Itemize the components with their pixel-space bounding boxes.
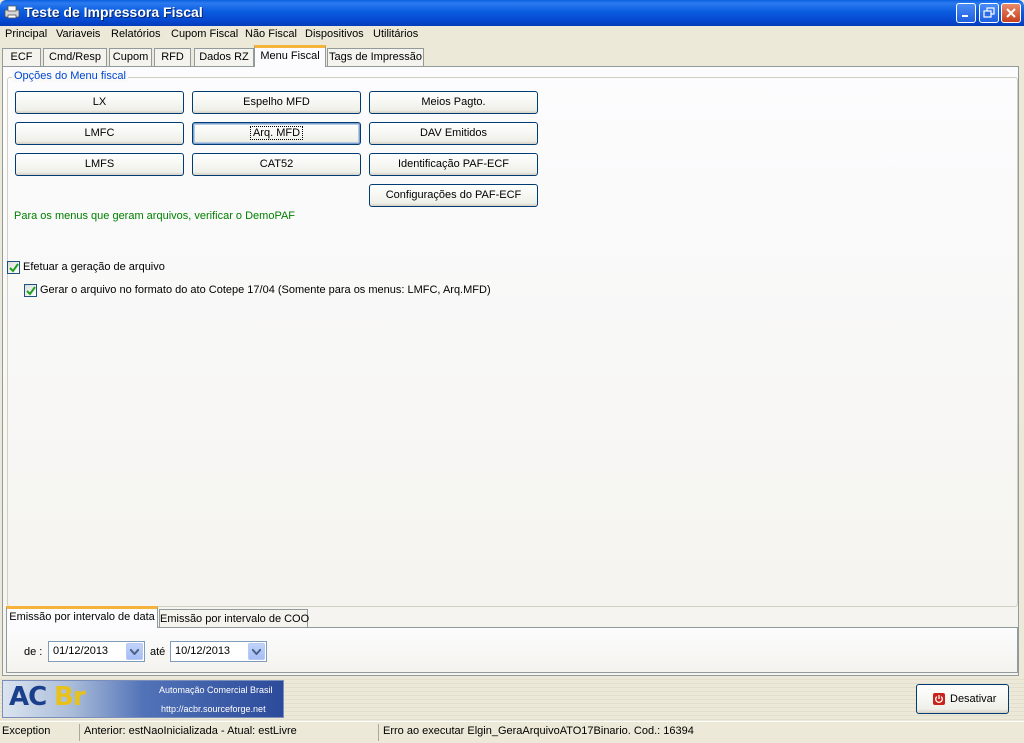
chevron-down-icon: [130, 649, 139, 655]
checkmark-icon: [26, 286, 36, 296]
meios-pagto-button[interactable]: Meios Pagto.: [369, 91, 538, 114]
menu-cupom-fiscal[interactable]: Cupom Fiscal: [171, 28, 238, 40]
arq-mfd-button[interactable]: Arq. MFD: [192, 122, 361, 145]
minimize-icon: [962, 15, 968, 17]
from-date-value: 01/12/2013: [53, 645, 109, 657]
tab-dados-rz[interactable]: Dados RZ: [194, 48, 254, 66]
tab-intervalo-data[interactable]: Emissão por intervalo de data: [6, 606, 158, 628]
to-label: até: [150, 646, 166, 658]
menu-utilitarios[interactable]: Utilitários: [373, 28, 418, 40]
acbr-logo-br: Br: [54, 682, 86, 712]
banner-title: Automação Comercial Brasil: [159, 685, 273, 695]
tab-rfd[interactable]: RFD: [154, 48, 191, 66]
restore-button[interactable]: [979, 3, 999, 23]
from-date-dropdown[interactable]: [126, 643, 143, 660]
status-panel-state: Anterior: estNaoInicializada - Atual: es…: [81, 724, 379, 741]
acbr-banner[interactable]: AC Br Automação Comercial Brasil http://…: [2, 680, 284, 718]
printer-icon: [4, 5, 20, 19]
power-icon: [933, 693, 945, 705]
formato-cotepe-label: Gerar o arquivo no formato do ato Cotepe…: [40, 284, 491, 296]
menu-variaveis[interactable]: Variaveis: [56, 28, 100, 40]
demopaf-note: Para os menus que geram arquivos, verifi…: [14, 210, 296, 222]
to-date-field[interactable]: 10/12/2013: [170, 641, 267, 662]
menu-dispositivos[interactable]: Dispositivos: [305, 28, 364, 40]
dav-emitidos-button[interactable]: DAV Emitidos: [369, 122, 538, 145]
menu-relatorios[interactable]: Relatórios: [111, 28, 161, 40]
gerar-arquivo-label: Efetuar a geração de arquivo: [23, 261, 165, 273]
espelho-mfd-button[interactable]: Espelho MFD: [192, 91, 361, 114]
menu-bar: Principal Variaveis Relatórios Cupom Fis…: [0, 26, 1024, 44]
formato-cotepe-checkbox[interactable]: [24, 284, 37, 297]
configuracoes-paf-button[interactable]: Configurações do PAF-ECF: [369, 184, 538, 207]
lx-button[interactable]: LX: [15, 91, 184, 114]
tab-menu-fiscal[interactable]: Menu Fiscal: [254, 45, 326, 67]
identificacao-paf-button[interactable]: Identificação PAF-ECF: [369, 153, 538, 176]
group-title: Opções do Menu fiscal: [12, 70, 128, 82]
window-title: Teste de Impressora Fiscal: [24, 4, 203, 20]
banner-url[interactable]: http://acbr.sourceforge.net: [161, 704, 266, 714]
tab-cupom[interactable]: Cupom: [109, 48, 152, 66]
title-bar[interactable]: Teste de Impressora Fiscal: [0, 0, 1024, 26]
minimize-button[interactable]: [956, 3, 976, 23]
lmfc-button[interactable]: LMFC: [15, 122, 184, 145]
to-date-dropdown[interactable]: [248, 643, 265, 660]
status-panel-error: Erro ao executar Elgin_GeraArquivoATO17B…: [383, 725, 694, 737]
from-date-field[interactable]: 01/12/2013: [48, 641, 145, 662]
checkmark-icon: [9, 263, 19, 273]
tab-ecf[interactable]: ECF: [2, 48, 41, 66]
close-icon: [1006, 8, 1016, 18]
gerar-arquivo-checkbox[interactable]: [7, 261, 20, 274]
main-tabs: ECF Cmd/Resp Cupom RFD Dados RZ Menu Fis…: [0, 45, 1024, 67]
acbr-logo-ac: AC: [9, 682, 47, 712]
menu-principal[interactable]: Principal: [5, 28, 47, 40]
chevron-down-icon: [252, 649, 261, 655]
lmfs-button[interactable]: LMFS: [15, 153, 184, 176]
tab-intervalo-coo[interactable]: Emissão por intervalo de COO: [159, 609, 309, 629]
desativar-label: Desativar: [950, 693, 997, 705]
close-button[interactable]: [1001, 3, 1021, 23]
tab-tags-impressao[interactable]: Tags de Impressão: [327, 48, 424, 66]
to-date-value: 10/12/2013: [175, 645, 231, 657]
from-label: de :: [24, 646, 43, 658]
status-bar: Exception Anterior: estNaoInicializada -…: [0, 721, 1024, 743]
cat52-button[interactable]: CAT52: [192, 153, 361, 176]
menu-nao-fiscal[interactable]: Não Fiscal: [245, 28, 297, 40]
tab-cmd-resp[interactable]: Cmd/Resp: [43, 48, 107, 66]
restore-icon: [983, 7, 995, 18]
desativar-button[interactable]: Desativar: [916, 684, 1009, 714]
status-panel-exception: Exception: [0, 724, 80, 741]
